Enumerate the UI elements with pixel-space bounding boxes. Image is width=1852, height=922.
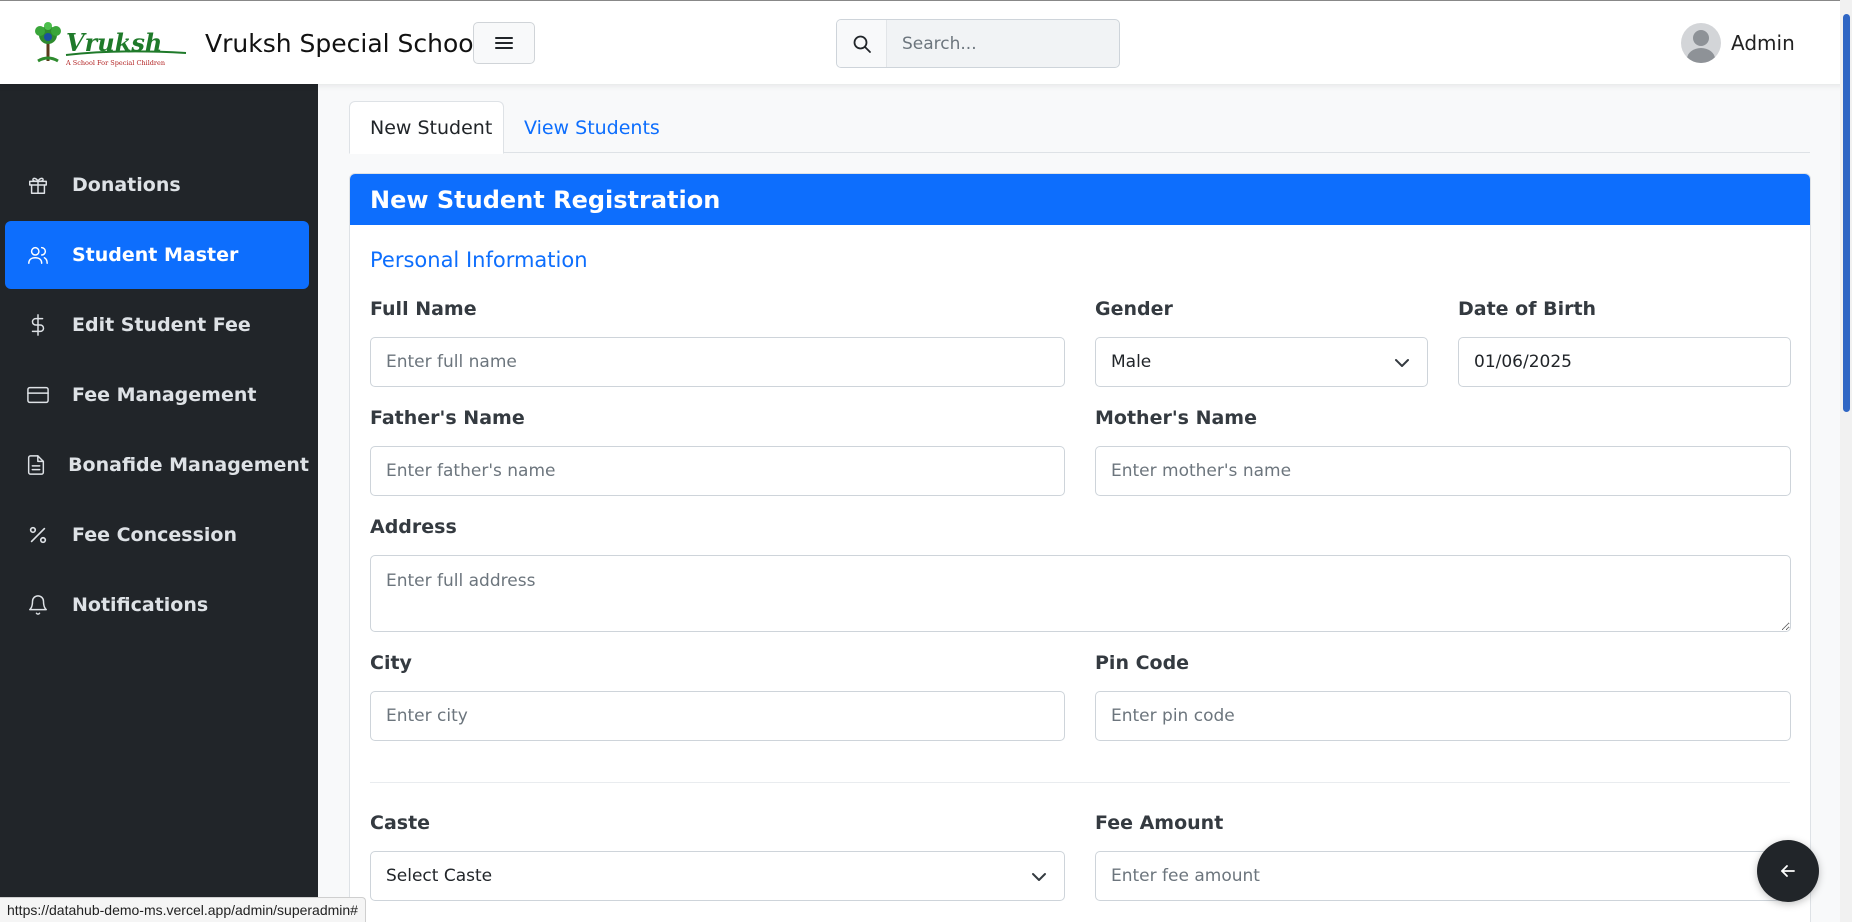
fee-amount-input[interactable]	[1095, 851, 1791, 901]
main-content: New Student View Students New Student Re…	[318, 84, 1840, 922]
sidebar-item-label: Edit Student Fee	[72, 314, 251, 336]
page-scrollbar[interactable]	[1840, 0, 1852, 922]
user-name[interactable]: Admin	[1731, 31, 1795, 55]
address-textarea[interactable]	[370, 555, 1791, 632]
caste-select[interactable]: Select Caste	[370, 851, 1065, 901]
sidebar-item-fee-concession[interactable]: Fee Concession	[5, 501, 309, 569]
hamburger-icon	[495, 37, 513, 49]
gender-label: Gender	[1095, 298, 1173, 320]
arrow-left-icon	[1781, 865, 1795, 877]
dollar-icon	[25, 312, 51, 338]
school-logo[interactable]: Vruksh A School For Special Children	[30, 21, 190, 69]
users-icon	[25, 242, 51, 268]
avatar[interactable]	[1681, 23, 1721, 63]
status-bar-url: https://datahub-demo-ms.vercel.app/admin…	[0, 897, 366, 922]
caste-select-value: Select Caste	[386, 866, 493, 886]
tab-view-students[interactable]: View Students	[504, 101, 680, 154]
sidebar-item-label: Student Master	[72, 244, 239, 266]
sidebar-item-bonafide-management[interactable]: Bonafide Management	[5, 431, 309, 499]
search-icon	[853, 35, 871, 53]
sidebar-item-fee-management[interactable]: Fee Management	[5, 361, 309, 429]
pin-code-input[interactable]	[1095, 691, 1791, 741]
scrollbar-thumb[interactable]	[1843, 14, 1850, 412]
mother-name-input[interactable]	[1095, 446, 1791, 496]
pin-code-label: Pin Code	[1095, 652, 1190, 674]
full-name-label: Full Name	[370, 298, 477, 320]
percent-icon	[25, 522, 51, 548]
bell-icon	[25, 592, 51, 618]
section-divider	[370, 782, 1790, 783]
sidebar-item-edit-student-fee[interactable]: Edit Student Fee	[5, 291, 309, 359]
chevron-down-icon	[1395, 359, 1409, 367]
mother-name-label: Mother's Name	[1095, 407, 1257, 429]
tab-new-student[interactable]: New Student	[349, 101, 504, 154]
svg-text:A School For Special Children: A School For Special Children	[65, 59, 165, 67]
menu-toggle-button[interactable]	[473, 22, 535, 64]
father-name-label: Father's Name	[370, 407, 525, 429]
dob-input[interactable]	[1458, 337, 1791, 387]
back-button[interactable]	[1757, 840, 1819, 902]
tabs: New Student View Students	[349, 101, 1810, 154]
city-label: City	[370, 652, 412, 674]
address-label: Address	[370, 516, 457, 538]
city-input[interactable]	[370, 691, 1065, 741]
gift-icon	[25, 172, 51, 198]
dob-label: Date of Birth	[1458, 298, 1597, 320]
document-icon	[25, 452, 47, 478]
sidebar: Donations Student Master Edit Student Fe…	[0, 84, 318, 922]
gender-select[interactable]: Male	[1095, 337, 1428, 387]
user-menu[interactable]: Admin	[1681, 22, 1795, 64]
gender-select-value: Male	[1111, 352, 1152, 372]
top-navbar: Vruksh A School For Special Children Vru…	[0, 0, 1852, 84]
search-box	[836, 19, 1120, 68]
registration-card: New Student Registration Personal Inform…	[349, 173, 1811, 922]
sidebar-item-donations[interactable]: Donations	[5, 151, 309, 219]
card-title: New Student Registration	[350, 174, 1810, 225]
sidebar-item-label: Bonafide Management	[68, 454, 309, 476]
fee-amount-label: Fee Amount	[1095, 812, 1224, 834]
section-title-personal: Personal Information	[370, 248, 588, 272]
sidebar-item-label: Donations	[72, 174, 181, 196]
sidebar-item-label: Fee Management	[72, 384, 257, 406]
school-name: Vruksh Special School	[205, 29, 481, 58]
caste-label: Caste	[370, 812, 431, 834]
search-icon-wrapper	[837, 20, 887, 67]
search-input[interactable]	[888, 20, 1119, 67]
chevron-down-icon	[1032, 873, 1046, 881]
sidebar-item-label: Notifications	[72, 594, 209, 616]
sidebar-item-notifications[interactable]: Notifications	[5, 571, 309, 639]
credit-card-icon	[25, 382, 51, 408]
sidebar-item-label: Fee Concession	[72, 524, 237, 546]
sidebar-item-student-master[interactable]: Student Master	[5, 221, 309, 289]
father-name-input[interactable]	[370, 446, 1065, 496]
full-name-input[interactable]	[370, 337, 1065, 387]
